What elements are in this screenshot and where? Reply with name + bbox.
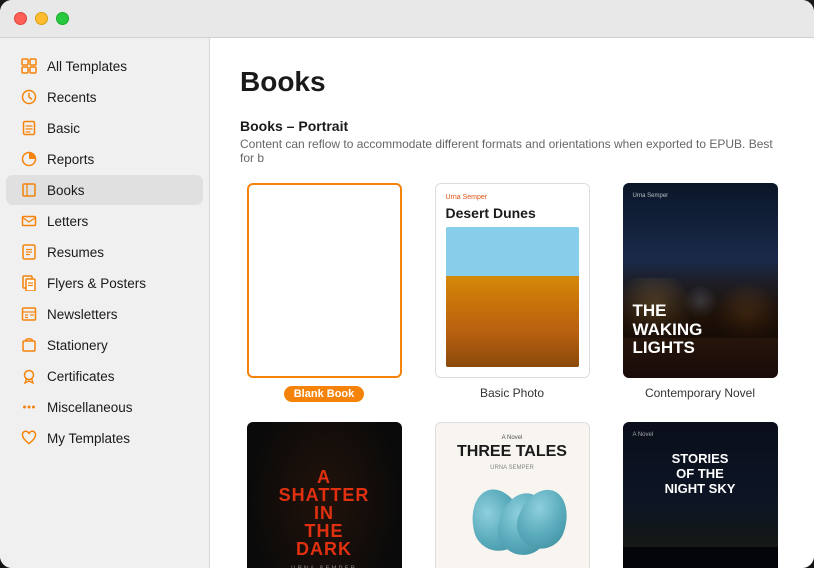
maximize-button[interactable] xyxy=(56,12,69,25)
sidebar-item-my-templates[interactable]: My Templates xyxy=(6,423,203,453)
blank-book-label: Blank Book xyxy=(284,386,365,402)
template-item-desert[interactable]: Urna Semper Desert Dunes Basic Photo xyxy=(428,183,596,402)
page-title: Books xyxy=(240,66,784,98)
template-thumb-blank xyxy=(247,183,402,378)
sidebar-item-label: Stationery xyxy=(47,338,108,353)
template-thumb-threetales: A Novel THREE TALES URNA SEMPER xyxy=(435,422,590,568)
sidebar-item-label: Flyers & Posters xyxy=(47,276,146,291)
letter-icon xyxy=(20,212,38,230)
template-item-contemporary[interactable]: Urna Semper THEWAKINGLIGHTS Contemporary… xyxy=(616,183,784,402)
clock-icon xyxy=(20,88,38,106)
sidebar-item-label: Books xyxy=(47,183,85,198)
section-desc: Content can reflow to accommodate differ… xyxy=(240,137,784,165)
sidebar-item-flyers-posters[interactable]: Flyers & Posters xyxy=(6,268,203,298)
titlebar xyxy=(0,0,814,38)
threetales-author: URNA SEMPER xyxy=(490,465,534,471)
sidebar-item-books[interactable]: Books xyxy=(6,175,203,205)
sidebar-item-label: Resumes xyxy=(47,245,104,260)
sidebar-item-label: Letters xyxy=(47,214,88,229)
contemporary-author: Urna Semper xyxy=(633,193,768,199)
template-thumb-desert: Urna Semper Desert Dunes xyxy=(435,183,590,378)
sidebar-item-all-templates[interactable]: All Templates xyxy=(6,51,203,81)
template-grid: Blank Book Urna Semper Desert Dunes Basi… xyxy=(240,183,784,568)
sidebar-item-recents[interactable]: Recents xyxy=(6,82,203,112)
stationery-icon xyxy=(20,336,38,354)
grid-icon xyxy=(20,57,38,75)
nightsky-novel: A Novel xyxy=(633,432,768,438)
desert-author: Urna Semper xyxy=(446,194,579,201)
close-button[interactable] xyxy=(14,12,27,25)
template-item-nightsky[interactable]: A Novel STORIESOF THENIGHT SKY URNA SEMP… xyxy=(616,422,784,568)
template-item-shatter[interactable]: ASHATTERINTHEDARK URNA SEMPER xyxy=(240,422,408,568)
template-thumb-shatter: ASHATTERINTHEDARK URNA SEMPER xyxy=(247,422,402,568)
doc-icon xyxy=(20,119,38,137)
contemporary-title: THEWAKINGLIGHTS xyxy=(633,302,768,358)
sidebar: All Templates Recents xyxy=(0,38,210,568)
template-item-threetales[interactable]: A Novel THREE TALES URNA SEMPER xyxy=(428,422,596,568)
nightsky-title: STORIESOF THENIGHT SKY xyxy=(633,452,768,497)
sidebar-item-certificates[interactable]: Certificates xyxy=(6,361,203,391)
sidebar-item-label: Recents xyxy=(47,90,97,105)
newsletter-icon xyxy=(20,305,38,323)
threetales-novel: A Novel xyxy=(502,435,523,441)
sidebar-item-miscellaneous[interactable]: Miscellaneous xyxy=(6,392,203,422)
sidebar-item-label: Certificates xyxy=(47,369,115,384)
template-thumb-contemporary: Urna Semper THEWAKINGLIGHTS xyxy=(623,183,778,378)
flyer-icon xyxy=(20,274,38,292)
sidebar-item-label: Reports xyxy=(47,152,94,167)
template-item-blank[interactable]: Blank Book xyxy=(240,183,408,402)
sidebar-item-basic[interactable]: Basic xyxy=(6,113,203,143)
eggs-image xyxy=(467,489,557,559)
sidebar-item-label: Newsletters xyxy=(47,307,118,322)
shatter-title: ASHATTERINTHEDARK xyxy=(279,468,370,558)
sidebar-item-newsletters[interactable]: Newsletters xyxy=(6,299,203,329)
certificate-icon xyxy=(20,367,38,385)
section-title: Books – Portrait xyxy=(240,118,784,134)
minimize-button[interactable] xyxy=(35,12,48,25)
sidebar-item-reports[interactable]: Reports xyxy=(6,144,203,174)
app-window: All Templates Recents xyxy=(0,0,814,568)
resume-icon xyxy=(20,243,38,261)
contemporary-label: Contemporary Novel xyxy=(645,386,755,400)
sidebar-item-stationery[interactable]: Stationery xyxy=(6,330,203,360)
sidebar-item-letters[interactable]: Letters xyxy=(6,206,203,236)
misc-icon xyxy=(20,398,38,416)
threetales-title: THREE TALES xyxy=(457,443,567,461)
sidebar-item-label: Basic xyxy=(47,121,80,136)
chart-icon xyxy=(20,150,38,168)
desert-label: Basic Photo xyxy=(480,386,544,400)
app-body: All Templates Recents xyxy=(0,38,814,568)
book-icon xyxy=(20,181,38,199)
desert-image xyxy=(446,227,579,367)
heart-icon xyxy=(20,429,38,447)
sidebar-item-label: My Templates xyxy=(47,431,130,446)
sidebar-item-label: Miscellaneous xyxy=(47,400,133,415)
template-thumb-nightsky: A Novel STORIESOF THENIGHT SKY URNA SEMP… xyxy=(623,422,778,568)
sidebar-item-label: All Templates xyxy=(47,59,127,74)
sidebar-item-resumes[interactable]: Resumes xyxy=(6,237,203,267)
trees-silhouette xyxy=(623,547,778,568)
main-content: Books Books – Portrait Content can reflo… xyxy=(210,38,814,568)
desert-title: Desert Dunes xyxy=(446,205,579,221)
